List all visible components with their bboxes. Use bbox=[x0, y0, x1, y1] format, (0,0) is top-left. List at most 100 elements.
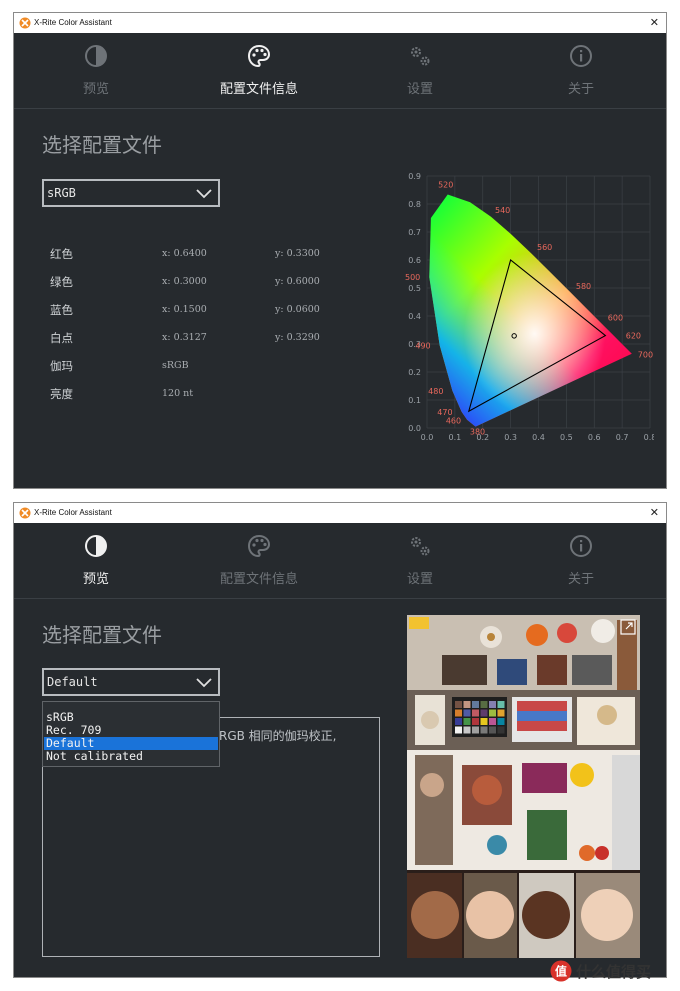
gears-icon bbox=[411, 47, 430, 66]
tab-settings[interactable]: 设置 bbox=[360, 43, 480, 105]
window-title: X-Rite Color Assistant bbox=[34, 18, 112, 27]
color-checker-patch bbox=[497, 726, 505, 734]
wavelength-label: 380 bbox=[470, 428, 485, 437]
x-tick-label: 0.8 bbox=[644, 433, 654, 442]
tab-label: 关于 bbox=[567, 82, 594, 97]
close-icon[interactable]: ✕ bbox=[650, 13, 659, 33]
color-checker-patch bbox=[480, 709, 488, 717]
gears-icon bbox=[411, 537, 430, 556]
info-x-value: x: 0.1500 bbox=[162, 304, 207, 315]
info-value: sRGB bbox=[162, 360, 189, 371]
wavelength-label: 500 bbox=[405, 273, 420, 282]
tab-about[interactable]: 关于 bbox=[521, 43, 641, 105]
wavelength-label: 540 bbox=[495, 206, 510, 215]
y-tick-label: 0.1 bbox=[408, 396, 421, 405]
color-assistant-window-preview: X-Rite Color Assistant ✕ 预览 配置文件信息 设置 关于… bbox=[13, 502, 667, 978]
info-x-value: x: 0.6400 bbox=[162, 248, 207, 259]
color-checker-patch bbox=[489, 726, 496, 734]
y-tick-label: 0.6 bbox=[408, 256, 421, 265]
page-heading: 选择配置文件 bbox=[42, 623, 162, 647]
info-key: 白点 bbox=[50, 331, 73, 345]
top-navigation: 预览 配置文件信息 设置 关于 bbox=[14, 33, 666, 109]
tab-label: 设置 bbox=[406, 82, 433, 97]
tab-preview[interactable]: 预览 bbox=[36, 533, 156, 595]
info-y-value: y: 0.0600 bbox=[275, 304, 320, 315]
color-checker-patch bbox=[455, 709, 462, 717]
color-checker-patch bbox=[463, 709, 471, 717]
contrast-icon bbox=[85, 535, 107, 557]
chevron-down-icon bbox=[196, 189, 212, 199]
tab-about[interactable]: 关于 bbox=[521, 533, 641, 595]
info-row-white-point: 白点 x: 0.3127 y: 0.3290 bbox=[50, 330, 350, 350]
tab-profile-info[interactable]: 配置文件信息 bbox=[199, 43, 319, 105]
info-key: 伽玛 bbox=[50, 359, 73, 373]
page-heading: 选择配置文件 bbox=[42, 133, 162, 157]
dropdown-option-not-calibrated[interactable]: Not calibrated bbox=[44, 750, 218, 763]
wavelength-label: 470 bbox=[437, 408, 452, 417]
info-row-luminance: 亮度 120 nt bbox=[50, 386, 350, 406]
tab-preview[interactable]: 预览 bbox=[36, 43, 156, 105]
x-tick-label: 0.5 bbox=[560, 433, 573, 442]
x-tick-label: 0.0 bbox=[421, 433, 434, 442]
color-checker-patch bbox=[489, 701, 496, 708]
title-bar: X-Rite Color Assistant ✕ bbox=[14, 503, 666, 523]
palette-icon bbox=[247, 44, 271, 68]
color-checker-patch bbox=[472, 726, 479, 734]
tab-label: 预览 bbox=[82, 572, 109, 587]
svg-text:值: 值 bbox=[555, 964, 567, 979]
y-tick-label: 0.9 bbox=[408, 172, 421, 181]
watermark-text: 什么值得买 bbox=[576, 963, 652, 981]
preview-image bbox=[407, 615, 640, 958]
wavelength-label: 700 bbox=[638, 351, 653, 360]
profile-select[interactable]: sRGB bbox=[42, 179, 220, 207]
cie-chromaticity-chart: 0.0 0.1 0.2 0.3 0.4 0.5 0.6 0.7 0.80.00.10.20.30… bbox=[405, 172, 654, 442]
info-row-gamma: 伽玛 sRGB bbox=[50, 358, 350, 378]
profile-select-value: Default bbox=[47, 675, 98, 689]
color-checker-patch bbox=[489, 709, 496, 717]
close-icon[interactable]: ✕ bbox=[650, 503, 659, 523]
palette-icon bbox=[247, 534, 271, 558]
color-checker-patch bbox=[463, 701, 471, 708]
info-key: 蓝色 bbox=[50, 303, 73, 317]
tab-profile-info[interactable]: 配置文件信息 bbox=[199, 533, 319, 595]
wavelength-label: 460 bbox=[446, 417, 461, 426]
tab-settings[interactable]: 设置 bbox=[360, 533, 480, 595]
expand-icon[interactable] bbox=[620, 619, 636, 635]
color-checker-patch bbox=[480, 718, 488, 725]
tab-label: 配置文件信息 bbox=[219, 572, 298, 587]
info-value: 120 nt bbox=[162, 388, 194, 399]
info-y-value: y: 0.3290 bbox=[275, 332, 320, 343]
wavelength-label: 560 bbox=[537, 243, 552, 252]
xrite-logo-icon bbox=[19, 17, 31, 29]
tab-label: 预览 bbox=[82, 82, 109, 97]
y-tick-label: 0.5 bbox=[408, 284, 421, 293]
color-checker-patch bbox=[489, 718, 496, 725]
contrast-icon bbox=[85, 45, 107, 67]
tab-label: 设置 bbox=[406, 572, 433, 587]
x-tick-label: 0.4 bbox=[532, 433, 545, 442]
tab-label: 配置文件信息 bbox=[219, 82, 298, 97]
color-checker-patch bbox=[455, 718, 462, 725]
y-tick-label: 0.8 bbox=[408, 200, 421, 209]
y-tick-label: 0.2 bbox=[408, 368, 421, 377]
spectral-locus-white-overlay bbox=[429, 194, 632, 427]
site-watermark: 值 什么值得买 bbox=[548, 958, 678, 984]
info-y-value: y: 0.3300 bbox=[275, 248, 320, 259]
info-row-green: 绿色 x: 0.3000 y: 0.6000 bbox=[50, 274, 350, 294]
wavelength-label: 580 bbox=[576, 282, 591, 291]
wavelength-label: 490 bbox=[415, 341, 430, 350]
x-tick-label: 0.1 bbox=[449, 433, 462, 442]
color-checker-patch bbox=[497, 718, 505, 725]
window-title: X-Rite Color Assistant bbox=[34, 508, 112, 517]
color-checker-patch bbox=[455, 701, 462, 708]
profile-select[interactable]: Default bbox=[42, 668, 220, 696]
smzdm-logo-icon: 值 bbox=[550, 960, 572, 982]
info-key: 亮度 bbox=[50, 387, 73, 401]
tab-label: 关于 bbox=[567, 572, 594, 587]
color-checker-patch bbox=[463, 718, 471, 725]
profile-dropdown-list: sRGB Rec. 709 Default Not calibrated bbox=[42, 701, 220, 767]
info-y-value: y: 0.6000 bbox=[275, 276, 320, 287]
xrite-logo-icon bbox=[19, 507, 31, 519]
y-tick-label: 0.4 bbox=[408, 312, 421, 321]
info-key: 绿色 bbox=[50, 275, 73, 289]
